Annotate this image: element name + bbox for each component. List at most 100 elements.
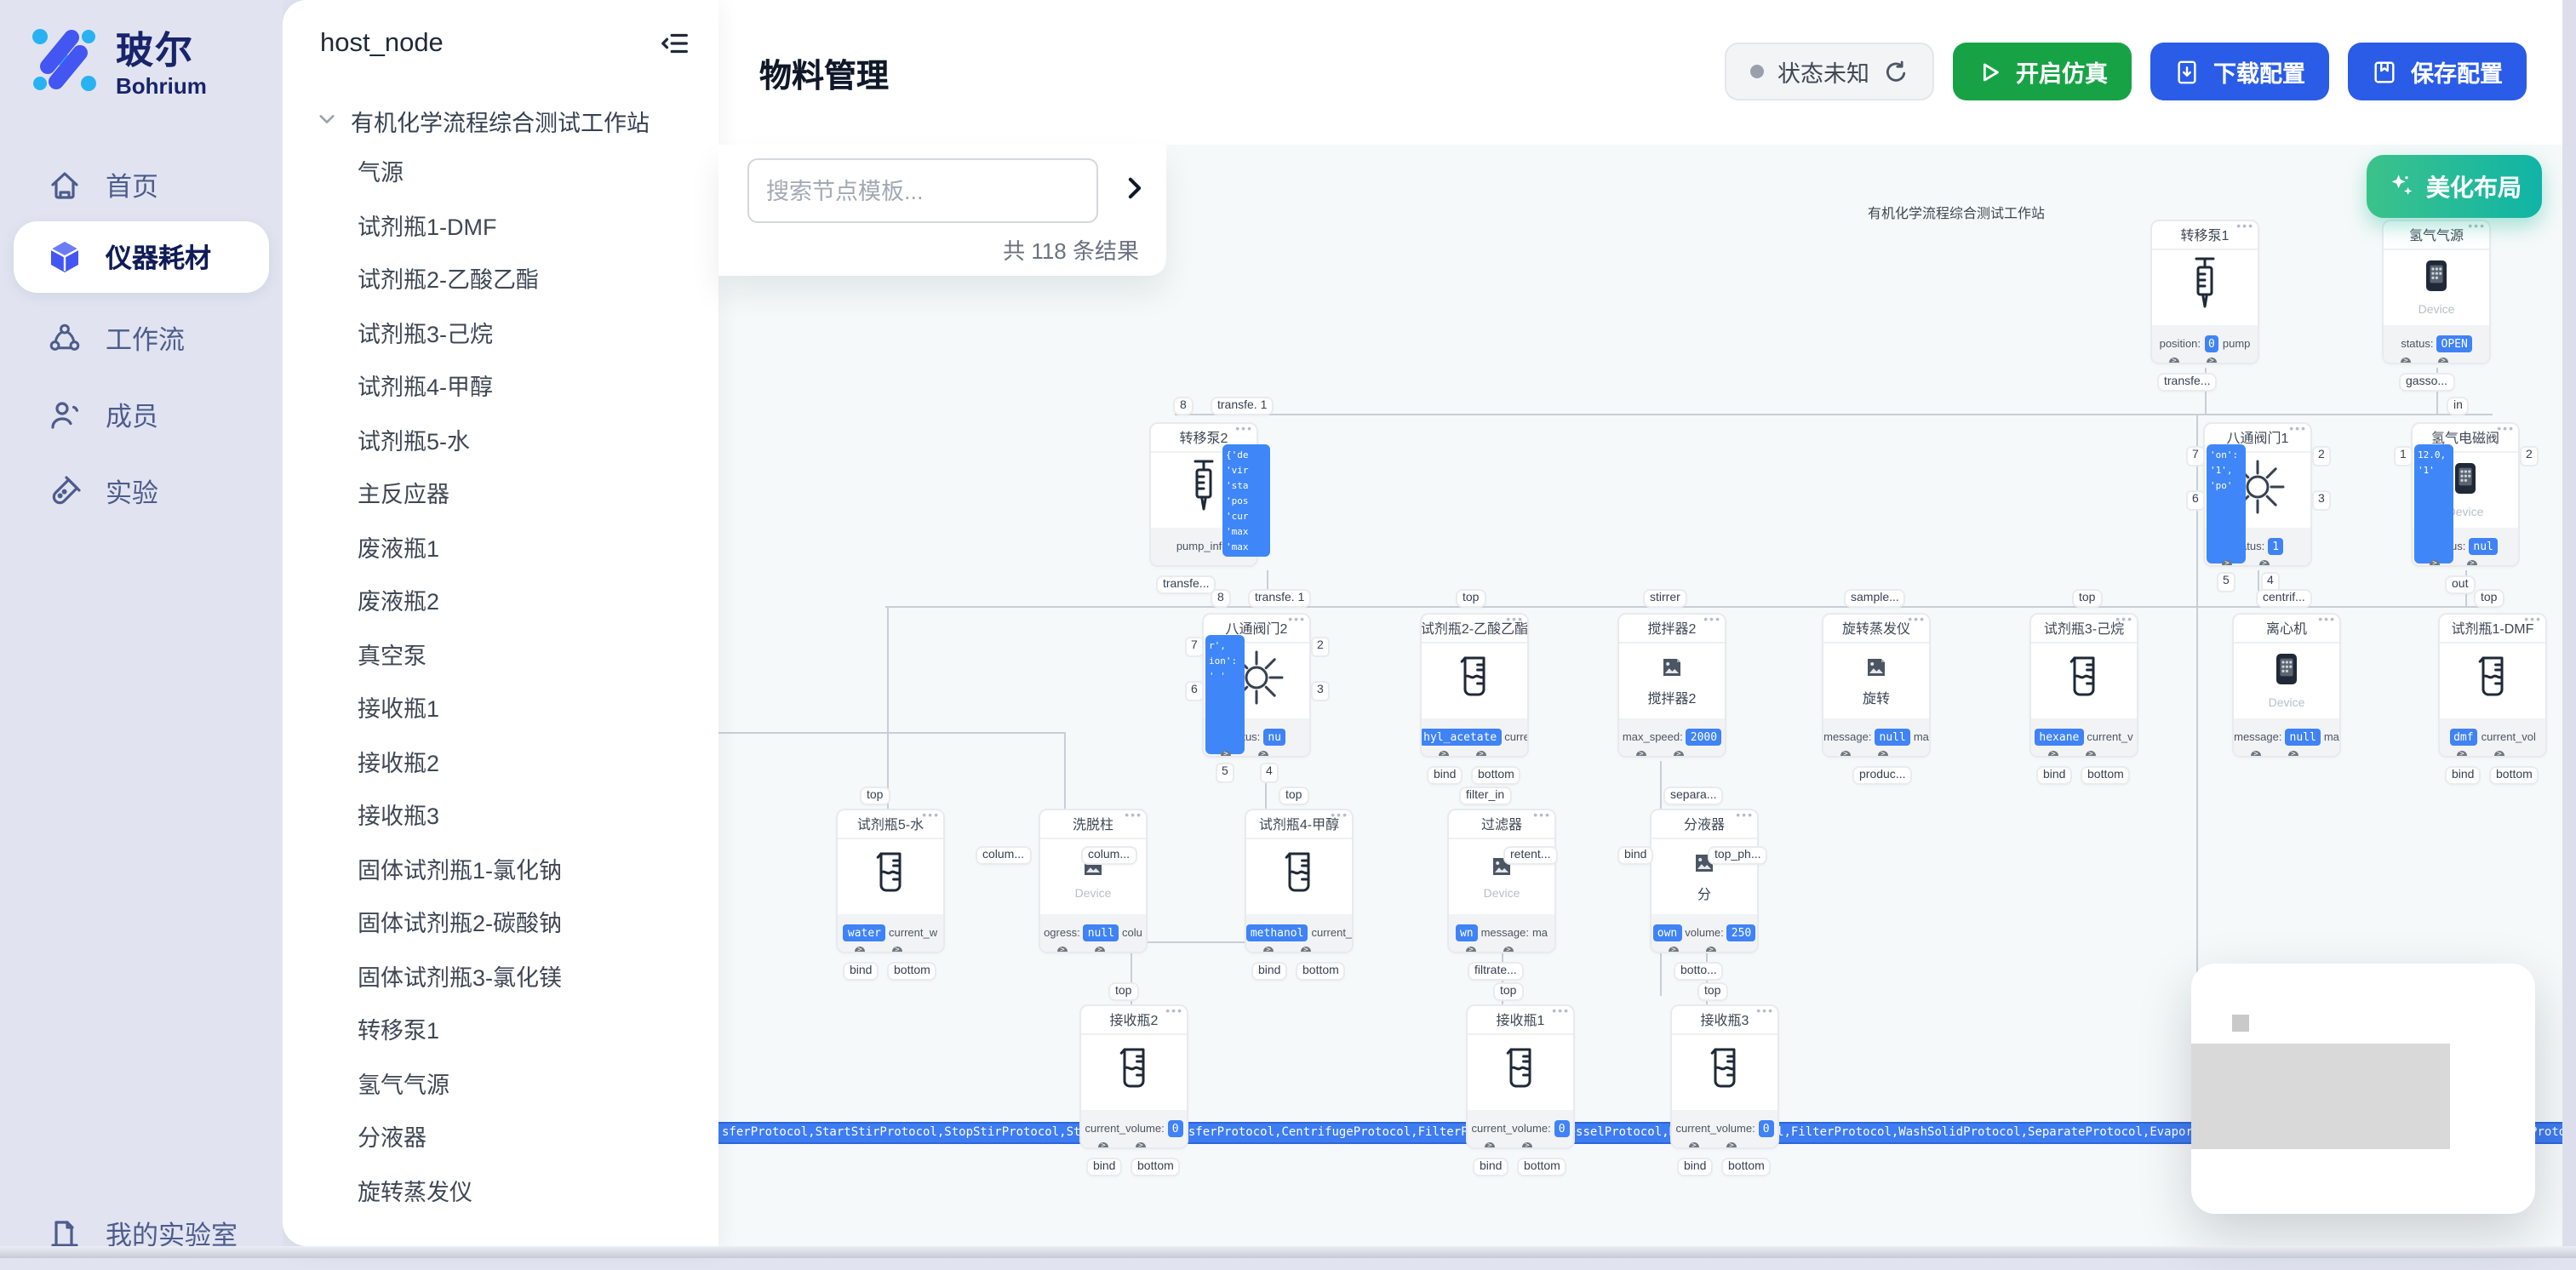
property-chip: 250	[1727, 924, 1756, 941]
device-node[interactable]: 试剂瓶3-己烷•••hexanecurrent_v>>bindbottom	[2031, 615, 2137, 756]
node-menu-icon[interactable]: •••	[1703, 615, 1721, 626]
tree-item[interactable]: 试剂瓶2-乙酸乙酯	[358, 262, 718, 298]
node-menu-icon[interactable]: •••	[2115, 615, 2133, 626]
tree-item[interactable]: 固体试剂瓶3-氯化镁	[358, 959, 718, 995]
device-node[interactable]: 八通阀门1•••status:1>>'on':'1','po'762354	[2205, 424, 2310, 565]
device-node[interactable]: 旋转蒸发仪•••旋转message:nullma>>produc...	[1823, 615, 1929, 756]
tooltip-line: 'vir	[1226, 465, 1267, 480]
tree-item[interactable]: 气源	[358, 155, 718, 191]
tree-item[interactable]: 接收瓶1	[358, 691, 718, 727]
tree-root-workstation[interactable]: 有机化学流程综合测试工作站	[283, 60, 718, 138]
port-dot-icon: >	[1136, 1142, 1146, 1147]
node-menu-icon[interactable]: •••	[2524, 615, 2542, 626]
node-menu-icon[interactable]: •••	[1288, 615, 1306, 626]
sidebar-item-experiments[interactable]: 实验	[14, 456, 269, 528]
edge-line	[1175, 414, 2493, 415]
node-title: 转移泵1•••	[2152, 221, 2258, 250]
tree-item[interactable]: 固体试剂瓶2-碳酸钠	[358, 906, 718, 941]
port-dot-icon: >	[892, 947, 902, 952]
property-chip: own	[1653, 924, 1682, 941]
node-body: Device	[2384, 250, 2489, 325]
tree-item[interactable]: 主反应器	[358, 477, 718, 512]
device-node[interactable]: 接收瓶3•••current_volume:0>>bindbottom	[1672, 1006, 1777, 1147]
refresh-icon[interactable]	[1883, 59, 1909, 84]
tree-item[interactable]: 转移泵1	[358, 1013, 718, 1049]
node-body: 搅拌器2	[1619, 644, 1725, 718]
beautify-layout-button[interactable]: 美化布局	[2367, 155, 2542, 218]
start-simulation-button[interactable]: 开启仿真	[1953, 43, 2132, 100]
save-config-button[interactable]: 保存配置	[2348, 43, 2527, 100]
device-node[interactable]: 洗脱柱•••Deviceogress:nullcolu>>	[1040, 810, 1146, 952]
device-node[interactable]: 试剂瓶1-DMF•••dmfcurrent_vol>>bindbottom	[2440, 615, 2545, 756]
sidebar-item-home[interactable]: 首页	[14, 150, 269, 221]
status-badge[interactable]: 状态未知	[1725, 43, 1934, 100]
device-node[interactable]: 八通阀门2•••status:nu>>r',ion':' '762354	[1204, 615, 1309, 756]
device-node[interactable]: 试剂瓶5-水•••watercurrent_w>>bindbottom	[838, 810, 943, 952]
device-node[interactable]: 氢气气源•••Devicestatus:OPEN>>gasso...	[2384, 221, 2489, 363]
tree-item[interactable]: 固体试剂瓶1-氯化钠	[358, 852, 718, 888]
node-menu-icon[interactable]: •••	[1552, 1006, 1570, 1018]
node-menu-icon[interactable]: •••	[2468, 221, 2486, 233]
tree-item[interactable]: 试剂瓶1-DMF	[358, 209, 718, 244]
chevron-right-icon[interactable]	[1120, 174, 1149, 203]
node-body	[2440, 644, 2545, 718]
node-menu-icon[interactable]: •••	[2289, 424, 2307, 436]
tree-item[interactable]: 废液瓶1	[358, 530, 718, 566]
node-name: 接收瓶3	[1701, 1010, 1749, 1029]
search-input[interactable]	[747, 158, 1098, 223]
beaker-icon	[1498, 1045, 1543, 1100]
tree-item[interactable]: 旋转蒸发仪	[358, 1174, 718, 1210]
tree-item[interactable]: 接收瓶2	[358, 745, 718, 781]
tree-item[interactable]: 试剂瓶5-水	[358, 423, 718, 459]
device-node[interactable]: 搅拌器2•••搅拌器2max_speed:2000>>	[1619, 615, 1725, 756]
tooltip-line: 'on':	[2210, 449, 2242, 465]
port-number: 3	[1313, 683, 1328, 700]
tree-item[interactable]: 分液器	[358, 1120, 718, 1156]
node-menu-icon[interactable]: •••	[1908, 615, 1926, 626]
tree-item[interactable]: 接收瓶3	[358, 798, 718, 834]
device-node[interactable]: 接收瓶2•••current_volume:0>>bindbottom	[1081, 1006, 1187, 1147]
node-menu-icon[interactable]: •••	[1506, 615, 1524, 626]
node-menu-icon[interactable]: •••	[2497, 424, 2515, 436]
tree-item[interactable]: 试剂瓶4-甲醇	[358, 369, 718, 405]
device-node[interactable]: 离心机•••Devicemessage:nullma>>	[2234, 615, 2339, 756]
page-title: 物料管理	[759, 51, 889, 97]
port-number: 1	[2396, 448, 2411, 465]
device-node[interactable]: 氢气电磁阀•••Devicestatus:nul>>12.0,'1'12out	[2413, 424, 2518, 565]
device-node[interactable]: 试剂瓶2-乙酸乙酯•••hyl_acetatecurre>>bindbottom	[1422, 615, 1527, 756]
device-node[interactable]: 接收瓶1•••current_volume:0>>bindbottom	[1468, 1006, 1573, 1147]
device-node[interactable]: 过滤器•••Devicewnmessage:ma>>filtrate...	[1449, 810, 1554, 952]
device-node[interactable]: 转移泵2•••pump_info:{'de'vir'sta'pos'cur'ma…	[1151, 424, 1257, 565]
sidebar-item-workflow[interactable]: 工作流	[14, 303, 269, 375]
node-menu-icon[interactable]: •••	[2318, 615, 2336, 626]
node-menu-icon[interactable]: •••	[1756, 1006, 1774, 1018]
sidebar-item-my-lab[interactable]: 我的实验室	[14, 1198, 269, 1270]
node-menu-icon[interactable]: •••	[922, 810, 940, 822]
tree-item[interactable]: 废液瓶2	[358, 584, 718, 620]
port-dot-icon: >	[1669, 947, 1679, 952]
sidebar-item-instruments[interactable]: 仪器耗材	[14, 221, 269, 293]
node-menu-icon[interactable]: •••	[1533, 810, 1551, 822]
vertical-scrollbar[interactable]	[2562, 0, 2576, 1258]
tree-item[interactable]: 真空泵	[358, 638, 718, 673]
port-tag: in	[2448, 398, 2468, 414]
node-menu-icon[interactable]: •••	[1165, 1006, 1183, 1018]
tree-item[interactable]: 试剂瓶3-己烷	[358, 316, 718, 352]
node-menu-icon[interactable]: •••	[1331, 810, 1348, 822]
download-config-button[interactable]: 下载配置	[2150, 43, 2329, 100]
node-menu-icon[interactable]: •••	[1235, 424, 1253, 436]
property-label: ma	[2324, 731, 2339, 743]
node-menu-icon[interactable]: •••	[1736, 810, 1754, 822]
chevron-down-icon[interactable]	[317, 108, 337, 134]
device-node[interactable]: 试剂瓶4-甲醇•••methanolcurrent_>>bindbottom	[1246, 810, 1352, 952]
node-menu-icon[interactable]: •••	[1125, 810, 1142, 822]
sidebar-item-members[interactable]: 成员	[14, 380, 269, 451]
panel-collapse-icon[interactable]	[659, 27, 691, 60]
node-title: 搅拌器2•••	[1619, 615, 1725, 644]
device-node[interactable]: 分液器•••分ownvolume:250>>botto...	[1652, 810, 1757, 952]
port-tag: bottom	[2082, 768, 2129, 783]
status-dot-icon	[1750, 65, 1764, 78]
tree-item[interactable]: 氢气气源	[358, 1067, 718, 1102]
node-menu-icon[interactable]: •••	[2236, 221, 2254, 233]
device-node[interactable]: 转移泵1•••position:0pump>>transfe...	[2152, 221, 2258, 363]
